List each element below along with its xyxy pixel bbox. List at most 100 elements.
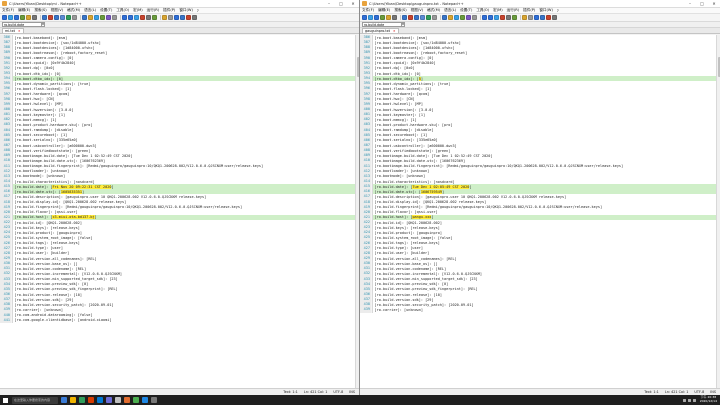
menu-item[interactable]: 格式(M)	[427, 8, 440, 13]
close-icon[interactable]: ✕	[393, 29, 396, 34]
toolbar-button-icon[interactable]	[386, 15, 391, 20]
toolbar-button-icon[interactable]	[540, 15, 545, 20]
toolbar-button-icon[interactable]	[66, 15, 71, 20]
taskbar-app-icon[interactable]	[70, 397, 76, 403]
menu-item[interactable]: 搜索(S)	[394, 8, 406, 13]
menu-item[interactable]: 插件(P)	[163, 8, 175, 13]
clock[interactable]: 下午 20:38 2020/12/14	[700, 396, 717, 403]
toolbar-button-icon[interactable]	[48, 15, 53, 20]
menu-item[interactable]: 设置(T)	[460, 8, 472, 13]
vertical-scrollbar[interactable]	[716, 35, 720, 388]
battery-icon[interactable]	[692, 398, 696, 402]
toolbar-button-icon[interactable]	[482, 15, 487, 20]
maximize-button[interactable]: □	[696, 0, 708, 8]
toolbar-button-icon[interactable]	[374, 15, 379, 20]
chevron-down-icon[interactable]: ▼	[402, 22, 405, 27]
menu-item[interactable]: 工具(O)	[476, 8, 489, 13]
menu-item[interactable]: 设置(T)	[100, 8, 112, 13]
menu-item[interactable]: 编辑(E)	[18, 8, 30, 13]
taskbar-app-icon[interactable]	[142, 397, 148, 403]
toolbar-button-icon[interactable]	[32, 15, 37, 20]
toolbar-button-icon[interactable]	[8, 15, 13, 20]
toolbar-button-icon[interactable]	[134, 15, 139, 20]
menu-item[interactable]: 文件(F)	[362, 8, 374, 13]
toolbar-button-icon[interactable]	[94, 15, 99, 20]
toolbar-button-icon[interactable]	[402, 15, 407, 20]
toolbar-button-icon[interactable]	[466, 15, 471, 20]
toolbar-button-icon[interactable]	[392, 15, 397, 20]
toolbar-button-icon[interactable]	[408, 15, 413, 20]
toolbar-button-icon[interactable]	[454, 15, 459, 20]
toolbar-button-icon[interactable]	[426, 15, 431, 20]
toolbar-button-icon[interactable]	[420, 15, 425, 20]
toolbar-button-icon[interactable]	[528, 15, 533, 20]
close-button[interactable]: ✕	[708, 0, 720, 8]
toolbar-button-icon[interactable]	[488, 15, 493, 20]
menu-item[interactable]: 视图(V)	[51, 8, 63, 13]
toolbar-button-icon[interactable]	[122, 15, 127, 20]
find-input[interactable]: ro.build.date	[362, 22, 402, 27]
toolbar-button-icon[interactable]	[128, 15, 133, 20]
menu-item[interactable]: 运行(R)	[507, 8, 520, 13]
toolbar-button-icon[interactable]	[42, 15, 47, 20]
toolbar-button-icon[interactable]	[54, 15, 59, 20]
menu-item[interactable]: 语言(L)	[444, 8, 456, 13]
taskbar-app-icon[interactable]	[124, 397, 130, 403]
menu-item[interactable]: 文件(F)	[2, 8, 14, 13]
toolbar-button-icon[interactable]	[20, 15, 25, 20]
toolbar-button-icon[interactable]	[500, 15, 505, 20]
toolbar-button-icon[interactable]	[494, 15, 499, 20]
menu-item[interactable]: ?	[197, 9, 199, 13]
toolbar-button-icon[interactable]	[14, 15, 19, 20]
toolbar-button-icon[interactable]	[414, 15, 419, 20]
menu-item[interactable]: 工具(O)	[116, 8, 129, 13]
taskbar-app-icon[interactable]	[151, 397, 157, 403]
toolbar-button-icon[interactable]	[442, 15, 447, 20]
menu-item[interactable]: 搜索(S)	[34, 8, 46, 13]
toolbar-button-icon[interactable]	[546, 15, 551, 20]
find-input[interactable]: ro.build.date	[2, 22, 42, 27]
minimize-button[interactable]: –	[684, 0, 696, 8]
menu-item[interactable]: 格式(M)	[67, 8, 80, 13]
close-button[interactable]: ✕	[347, 0, 359, 8]
toolbar-button-icon[interactable]	[106, 15, 111, 20]
toolbar-button-icon[interactable]	[152, 15, 157, 20]
toolbar-button-icon[interactable]	[460, 15, 465, 20]
toolbar-button-icon[interactable]	[162, 15, 167, 20]
toolbar-button-icon[interactable]	[26, 15, 31, 20]
taskbar-app-icon[interactable]	[133, 397, 139, 403]
volume-icon[interactable]	[687, 398, 691, 402]
menu-item[interactable]: 视图(V)	[411, 8, 423, 13]
menu-item[interactable]: 编辑(E)	[378, 8, 390, 13]
menu-item[interactable]: ?	[557, 9, 559, 13]
toolbar-button-icon[interactable]	[88, 15, 93, 20]
toolbar-button-icon[interactable]	[534, 15, 539, 20]
menu-item[interactable]: 运行(R)	[147, 8, 160, 13]
toolbar-button-icon[interactable]	[362, 15, 367, 20]
toolbar-button-icon[interactable]	[368, 15, 373, 20]
taskbar-app-icon[interactable]	[79, 397, 85, 403]
toolbar-button-icon[interactable]	[448, 15, 453, 20]
toolbar-button-icon[interactable]	[180, 15, 185, 20]
toolbar-button-icon[interactable]	[380, 15, 385, 20]
tab-document[interactable]: gauguinpro.txt ✕	[362, 28, 399, 33]
toolbar-button-icon[interactable]	[186, 15, 191, 20]
minimize-button[interactable]: –	[323, 0, 335, 8]
toolbar-button-icon[interactable]	[522, 15, 527, 20]
network-icon[interactable]	[682, 398, 686, 402]
toolbar-button-icon[interactable]	[432, 15, 437, 20]
toolbar-button-icon[interactable]	[472, 15, 477, 20]
toolbar-button-icon[interactable]	[100, 15, 105, 20]
vertical-scrollbar[interactable]	[355, 35, 359, 388]
toolbar-button-icon[interactable]	[112, 15, 117, 20]
toolbar-button-icon[interactable]	[168, 15, 173, 20]
tab-document[interactable]: mi.txt ✕	[2, 28, 24, 33]
code-line[interactable]: 441 [ro.com.google.clientidbase]: [androi…	[0, 317, 355, 323]
taskbar-app-icon[interactable]	[61, 397, 67, 403]
toolbar-button-icon[interactable]	[2, 15, 7, 20]
toolbar-button-icon[interactable]	[60, 15, 65, 20]
text-editor[interactable]: 386 [ro.boot.baseband]: [msm] 387 [ro.boot.…	[360, 35, 716, 388]
toolbar-button-icon[interactable]	[146, 15, 151, 20]
taskbar-app-icon[interactable]	[115, 397, 121, 403]
toolbar-button-icon[interactable]	[512, 15, 517, 20]
